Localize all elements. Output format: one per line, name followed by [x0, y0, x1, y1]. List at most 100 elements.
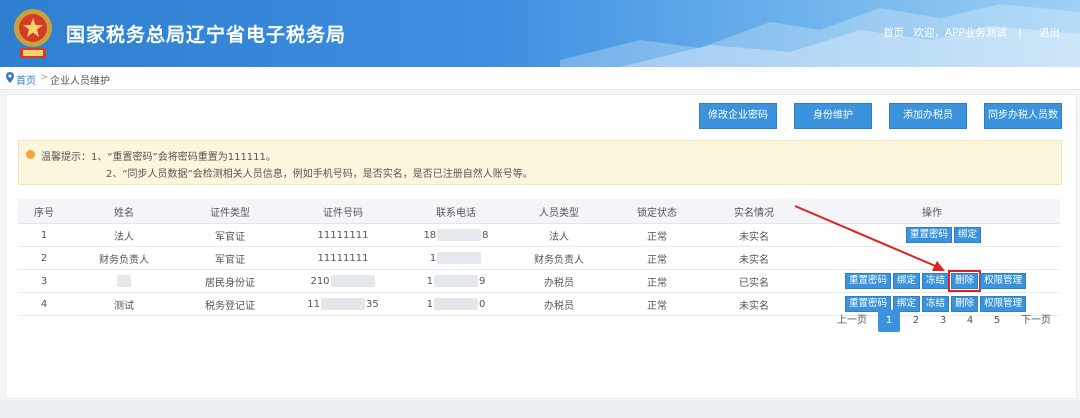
table-row: 3 居民身份证 210 19 办税员 正常 已实名 重置密码 绑定 冻结 删除 权限管理	[18, 269, 1060, 293]
cell-idtype: 税务登记证	[178, 292, 282, 316]
top-nav: 首页 欢迎，APP业务测试 | 退出	[877, 25, 1060, 40]
footer-bar	[0, 400, 1080, 418]
cell-idtype: 居民身份证	[178, 269, 282, 293]
redacted-block	[437, 229, 482, 241]
breadcrumb: 首页 > 企业人员维护	[0, 67, 1080, 90]
personnel-table: 序号 姓名 证件类型 证件号码 联系电话 人员类型 锁定状态 实名情况 操作 1…	[18, 199, 1060, 316]
bind-button[interactable]: 绑定	[893, 273, 921, 289]
redacted-block	[330, 275, 375, 287]
pager-next[interactable]: 下一页	[1016, 310, 1056, 332]
welcome-text: 欢迎，APP业务测试	[913, 27, 1007, 39]
cell-name: 法人	[70, 223, 178, 247]
phone-prefix: 1	[429, 253, 437, 264]
bind-button[interactable]: 绑定	[954, 227, 982, 243]
pager-page-3[interactable]: 3	[932, 310, 954, 332]
cell-realname: 已实名	[704, 269, 804, 293]
logout-link[interactable]: 退出	[1039, 27, 1060, 39]
col-lock: 锁定状态	[610, 199, 704, 224]
cell-ops	[804, 246, 1060, 270]
sync-taxpayers-button[interactable]: 同步办税人员数	[984, 103, 1062, 129]
cell-realname: 未实名	[704, 292, 804, 316]
permission-manage-button[interactable]: 权限管理	[980, 273, 1027, 289]
phone-suffix: 0	[479, 299, 486, 310]
cell-ptype: 法人	[508, 223, 610, 247]
cell-realname: 未实名	[704, 223, 804, 247]
table-header-row: 序号 姓名 证件类型 证件号码 联系电话 人员类型 锁定状态 实名情况 操作	[18, 199, 1060, 224]
site-title: 国家税务总局辽宁省电子税务局	[66, 24, 347, 46]
home-link[interactable]: 首页	[883, 27, 904, 39]
tip-line-1: 温馨提示：1、“重置密码”会将密码重置为111111。	[41, 152, 276, 163]
add-taxpayer-button[interactable]: 添加办税员	[889, 103, 967, 129]
delete-button[interactable]: 删除	[948, 270, 982, 292]
cell-realname: 未实名	[704, 246, 804, 270]
location-pin-icon	[6, 72, 14, 83]
pager-page-1[interactable]: 1	[878, 310, 900, 332]
cell-no: 3	[18, 269, 70, 293]
cell-lock: 正常	[610, 269, 704, 293]
col-phone: 联系电话	[404, 199, 508, 224]
col-ops: 操作	[804, 199, 1060, 224]
cell-name: 财务负责人	[70, 246, 178, 270]
cell-ptype: 财务负责人	[508, 246, 610, 270]
idno-prefix: 11	[307, 299, 320, 310]
cell-idno: 11 35	[282, 292, 404, 316]
top-banner: 国家税务总局辽宁省电子税务局 首页 欢迎，APP业务测试 | 退出	[0, 0, 1080, 67]
breadcrumb-arrow: >	[40, 72, 49, 83]
redacted-block	[434, 298, 478, 310]
cell-phone: 19	[404, 269, 508, 293]
idno-suffix: 35	[366, 299, 379, 310]
phone-suffix: 8	[482, 230, 489, 241]
tip-box: 温馨提示：1、“重置密码”会将密码重置为111111。 2、“同步人员数据”会检…	[18, 140, 1062, 185]
cell-ops: 重置密码 绑定 冻结 删除 权限管理	[804, 269, 1060, 293]
tax-emblem-icon	[14, 9, 52, 58]
table-row: 4 测试 税务登记证 11 35 10 办税员 正常 未实名 重置密码 绑定 冻结 删除…	[18, 292, 1060, 316]
cell-phone: 18 8	[404, 223, 508, 247]
redacted-block	[321, 298, 365, 310]
cell-idno: 11111111	[282, 246, 404, 270]
cell-no: 1	[18, 223, 70, 247]
col-realname: 实名情况	[704, 199, 804, 224]
cell-idtype: 军官证	[178, 246, 282, 270]
cell-ptype: 办税员	[508, 269, 610, 293]
redacted-block	[117, 275, 131, 287]
col-idno: 证件号码	[282, 199, 404, 224]
modify-company-password-button[interactable]: 修改企业密码	[699, 103, 777, 129]
cell-idno: 210	[282, 269, 404, 293]
cell-ops: 重置密码 绑定	[804, 223, 1060, 247]
phone-prefix: 1	[426, 299, 433, 310]
cell-lock: 正常	[610, 292, 704, 316]
cell-lock: 正常	[610, 223, 704, 247]
breadcrumb-home[interactable]: 首页	[16, 72, 36, 87]
phone-suffix: 9	[479, 276, 486, 287]
freeze-button[interactable]: 冻结	[922, 273, 950, 289]
pager-page-4[interactable]: 4	[959, 310, 981, 332]
redacted-block	[434, 275, 478, 287]
cell-name	[70, 269, 178, 293]
warning-icon	[26, 150, 35, 159]
idno-prefix: 210	[310, 276, 330, 287]
table-row: 2 财务负责人 军官证 11111111 1 财务负责人 正常 未实名	[18, 246, 1060, 270]
cell-idtype: 军官证	[178, 223, 282, 247]
col-idtype: 证件类型	[178, 199, 282, 224]
cell-phone: 1	[404, 246, 508, 270]
col-ptype: 人员类型	[508, 199, 610, 224]
cell-no: 2	[18, 246, 70, 270]
table-row: 1 法人 军官证 11111111 18 8 法人 正常 未实名 重置密码 绑定	[18, 223, 1060, 247]
pager-page-2[interactable]: 2	[905, 310, 927, 332]
identity-maintain-button[interactable]: 身份维护	[794, 103, 872, 129]
phone-prefix: 1	[426, 276, 433, 287]
reset-password-button[interactable]: 重置密码	[845, 273, 892, 289]
col-no: 序号	[18, 199, 70, 224]
reset-password-button[interactable]: 重置密码	[906, 227, 953, 243]
cell-no: 4	[18, 292, 70, 316]
pager-prev[interactable]: 上一页	[832, 310, 872, 332]
cell-lock: 正常	[610, 246, 704, 270]
redacted-block	[437, 252, 482, 264]
cell-name: 测试	[70, 292, 178, 316]
cell-idno: 11111111	[282, 223, 404, 247]
cell-ptype: 办税员	[508, 292, 610, 316]
cell-phone: 10	[404, 292, 508, 316]
col-name: 姓名	[70, 199, 178, 224]
tip-line-2: 2、“同步人员数据”会检测相关人员信息，例如手机号码，是否实名，是否已注册自然人…	[106, 169, 533, 180]
pager-page-5[interactable]: 5	[986, 310, 1008, 332]
